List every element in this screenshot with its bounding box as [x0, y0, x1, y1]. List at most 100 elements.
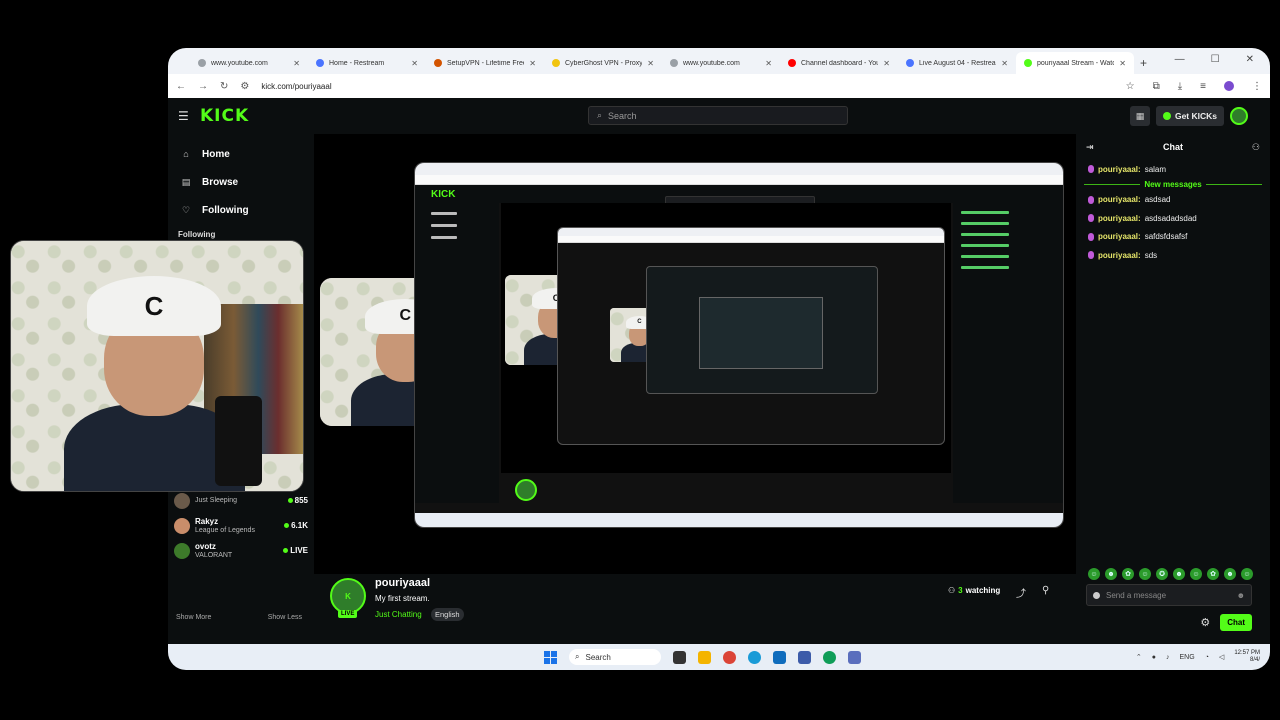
emote-icon[interactable]: ☺: [1241, 568, 1253, 580]
media-icon[interactable]: ≡: [1200, 81, 1206, 92]
browser-tab[interactable]: pouriyaaal Stream - Watch ✕: [1016, 52, 1134, 74]
sidebar-item-home[interactable]: ⌂ Home: [176, 140, 306, 168]
close-tab-icon[interactable]: ✕: [529, 59, 536, 68]
url-field[interactable]: kick.com/pouriyaaal: [261, 82, 1113, 91]
nested-sidebar: [415, 203, 499, 503]
chat-username[interactable]: pouriyaaal:: [1098, 195, 1141, 204]
close-tab-icon[interactable]: ✕: [647, 59, 654, 68]
tray-chevron-icon[interactable]: ⌃: [1136, 653, 1142, 661]
back-icon[interactable]: ←: [176, 81, 186, 92]
browser-tab[interactable]: CyberGhost VPN - Proxy ✕: [544, 52, 662, 74]
emote-icon[interactable]: ☻: [1224, 568, 1236, 580]
close-tab-icon[interactable]: ✕: [765, 59, 772, 68]
emote-icon[interactable]: ✪: [1156, 568, 1168, 580]
streamer-name[interactable]: pouriyaaal: [375, 577, 430, 589]
chat-text: salam: [1144, 164, 1167, 174]
maximize-icon[interactable]: ☐: [1211, 54, 1220, 65]
collapse-chat-icon[interactable]: ⇥: [1086, 142, 1094, 153]
emote-icon[interactable]: ☺: [1139, 568, 1151, 580]
wifi-icon[interactable]: ◔: [1205, 654, 1209, 661]
sidebar-item-browse[interactable]: ▤ Browse: [176, 168, 306, 196]
hamburger-menu-icon[interactable]: ☰: [178, 109, 200, 123]
language-tag[interactable]: English: [431, 608, 464, 621]
emote-icon[interactable]: ☻: [1173, 568, 1185, 580]
dashboard-icon[interactable]: ▦: [1129, 106, 1150, 126]
channel-avatar: [174, 542, 190, 559]
send-chat-button[interactable]: Chat: [1220, 614, 1252, 631]
taskbar-clock[interactable]: 12:57 PM 8/4/: [1234, 650, 1260, 664]
new-tab-button[interactable]: +: [1140, 56, 1147, 70]
minimize-icon[interactable]: —: [1175, 54, 1185, 65]
chat-text: sds: [1144, 250, 1158, 260]
taskbar-search[interactable]: ⌕ Search: [569, 649, 661, 665]
browser-tab[interactable]: SetupVPN - Lifetime Free ✕: [426, 52, 544, 74]
chat-text: safdsfdsafsf: [1144, 232, 1188, 242]
close-tab-icon[interactable]: ✕: [883, 59, 890, 68]
extensions-icon[interactable]: ⧉: [1153, 81, 1160, 92]
chat-username[interactable]: pouriyaaal:: [1098, 214, 1141, 223]
tray-app-icon[interactable]: ●: [1152, 654, 1156, 661]
close-tab-icon[interactable]: ✕: [1001, 59, 1008, 68]
store-icon[interactable]: [773, 650, 786, 664]
chat-username[interactable]: pouriyaaal:: [1098, 232, 1141, 241]
search-icon: ⌕: [575, 652, 580, 661]
channel-item[interactable]: Rakyz League of Legends 6.1K: [174, 513, 308, 538]
tab-title: SetupVPN - Lifetime Free: [447, 59, 525, 67]
close-tab-icon[interactable]: ✕: [293, 59, 300, 68]
chat-settings-gear-icon[interactable]: ⚙: [1200, 616, 1210, 629]
chat-users-icon[interactable]: ⚇: [1252, 142, 1260, 153]
emote-icon[interactable]: ☻: [1105, 568, 1117, 580]
chat-username[interactable]: pouriyaaal:: [1098, 251, 1141, 260]
bookmark-star-icon[interactable]: ☆: [1126, 81, 1135, 92]
get-kicks-button[interactable]: Get KICKs: [1155, 106, 1224, 126]
emote-icon[interactable]: ✿: [1122, 568, 1134, 580]
site-info-icon[interactable]: ⚙: [240, 81, 249, 92]
close-tab-icon[interactable]: ✕: [1119, 59, 1126, 68]
kick-logo[interactable]: KICK: [200, 106, 249, 126]
language-indicator[interactable]: ENG: [1180, 654, 1195, 661]
task-view-icon[interactable]: [673, 650, 686, 664]
volume-icon[interactable]: ◁: [1219, 653, 1224, 661]
share-icon[interactable]: ⤴: [1016, 585, 1026, 600]
reload-icon[interactable]: ↻: [220, 81, 228, 92]
channel-name: ovotz: [195, 541, 216, 551]
forward-icon[interactable]: →: [198, 81, 208, 92]
search-input[interactable]: ⌕ Search: [588, 106, 848, 125]
chrome-profile-icon[interactable]: [823, 650, 836, 664]
windows-start-icon[interactable]: [544, 650, 557, 664]
emote-icon[interactable]: ☺: [1088, 568, 1100, 580]
show-more-link[interactable]: Show More: [176, 614, 211, 621]
app-icon[interactable]: [848, 650, 861, 664]
close-window-icon[interactable]: ✕: [1246, 54, 1254, 65]
sidebar-item-following[interactable]: ♡ Following: [176, 196, 306, 224]
browser-tab[interactable]: www.youtube.com ✕: [662, 52, 780, 74]
emote-icon[interactable]: ☺: [1190, 568, 1202, 580]
chat-username[interactable]: pouriyaaal:: [1098, 165, 1141, 174]
browser-menu-icon[interactable]: ⋮: [1252, 81, 1262, 92]
mic-icon[interactable]: ♪: [1166, 654, 1170, 661]
browser-tab[interactable]: Channel dashboard - You ✕: [780, 52, 898, 74]
show-less-link[interactable]: Show Less: [268, 614, 302, 621]
browser-tab[interactable]: Live August 04 - Restream ✕: [898, 52, 1016, 74]
stream-category-link[interactable]: Just Chatting: [375, 610, 422, 619]
video-player[interactable]: C KICK C C: [314, 134, 1076, 574]
app-icon[interactable]: [798, 650, 811, 664]
browser-tab[interactable]: Home - Restream ✕: [308, 52, 426, 74]
download-icon[interactable]: ⤓: [1178, 81, 1182, 92]
chrome-icon[interactable]: [723, 650, 736, 664]
tab-favicon-icon: [906, 59, 914, 67]
emote-icon[interactable]: ✿: [1207, 568, 1219, 580]
follow-user-icon[interactable]: ⚲: [1042, 585, 1049, 596]
browser-tab[interactable]: www.youtube.com ✕: [190, 52, 308, 74]
file-explorer-icon[interactable]: [698, 650, 711, 664]
user-avatar[interactable]: [1230, 107, 1248, 125]
emoji-picker-icon[interactable]: ☻: [1237, 591, 1245, 600]
channel-name: Rakyz: [195, 516, 219, 526]
close-tab-icon[interactable]: ✕: [411, 59, 418, 68]
profile-avatar[interactable]: [1224, 81, 1234, 91]
edge-icon[interactable]: [748, 650, 761, 664]
chat-message-input[interactable]: Send a message ☻: [1086, 584, 1252, 606]
streamer-avatar[interactable]: K: [330, 578, 366, 614]
chat-identity-icon[interactable]: [1093, 591, 1100, 599]
channel-item[interactable]: ovotz VALORANT LIVE: [174, 538, 308, 563]
